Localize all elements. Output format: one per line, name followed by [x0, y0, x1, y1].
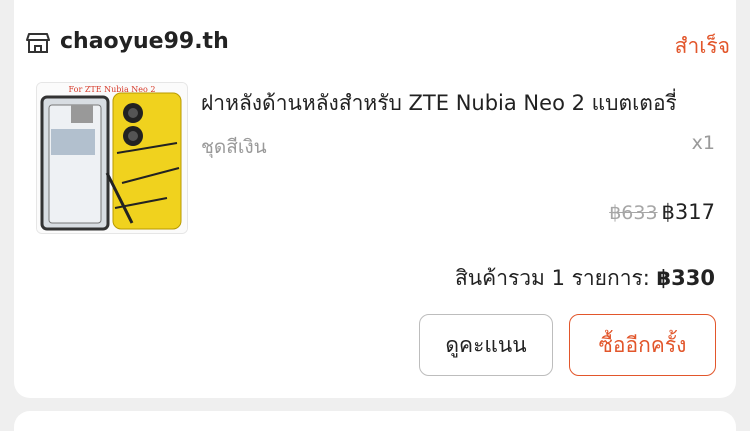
order-total-amount: ฿330 — [656, 266, 715, 290]
shop-header[interactable]: chaoyue99.th สำเร็จ — [26, 28, 730, 62]
store-icon — [26, 32, 50, 54]
product-quantity: x1 — [691, 132, 715, 154]
view-rating-button[interactable]: ดูคะแนน — [419, 314, 553, 376]
buy-again-button[interactable]: ซื้ออีกครั้ง — [569, 314, 716, 376]
product-image[interactable]: For ZTE Nubia Neo 2 — [36, 82, 188, 234]
order-total-label: สินค้ารวม 1 รายการ: — [454, 266, 650, 290]
product-title[interactable]: ฝาหลังด้านหลังสำหรับ ZTE Nubia Neo 2 แบต… — [201, 87, 715, 120]
product-variant: ชุดสีเงิน — [201, 136, 267, 158]
order-total: สินค้ารวม 1 รายการ: ฿330 — [455, 262, 715, 295]
price-row: ฿633 ฿317 — [609, 200, 715, 224]
sale-price: ฿317 — [661, 200, 715, 224]
next-order-card — [14, 411, 736, 431]
original-price: ฿633 — [609, 202, 658, 224]
order-status: สำเร็จ — [674, 34, 730, 58]
shop-name[interactable]: chaoyue99.th — [60, 29, 229, 54]
